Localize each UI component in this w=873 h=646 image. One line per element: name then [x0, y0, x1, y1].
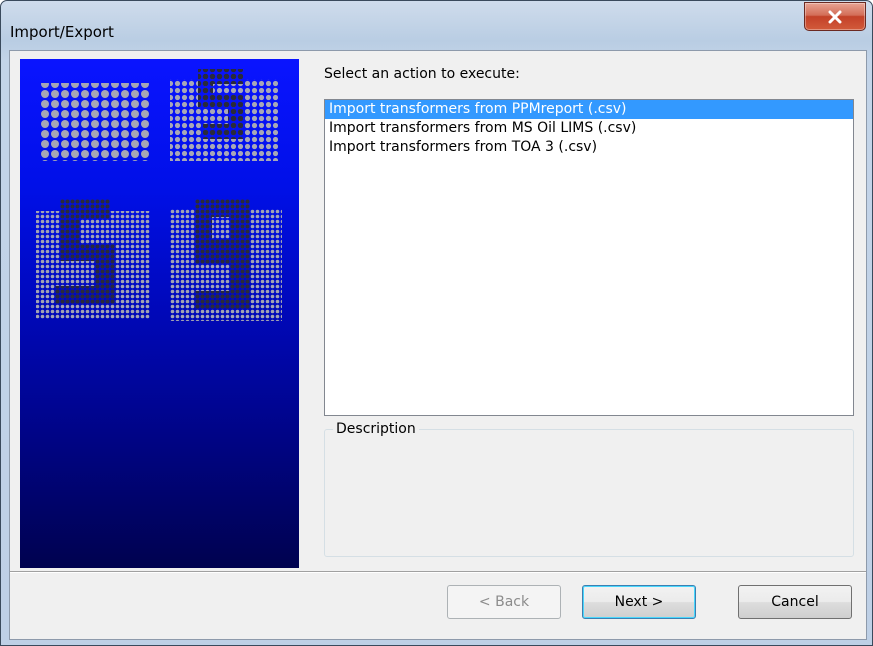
back-button[interactable]: < Back	[447, 585, 561, 619]
dot-matrix-graphic	[36, 69, 282, 321]
cancel-button[interactable]: Cancel	[738, 585, 852, 619]
description-label: Description	[333, 421, 419, 437]
action-prompt-label: Select an action to execute:	[324, 66, 520, 82]
action-item-toa3[interactable]: Import transformers from TOA 3 (.csv)	[325, 138, 853, 157]
action-item-ppmreport[interactable]: Import transformers from PPMreport (.csv…	[325, 100, 853, 119]
description-group: Description	[324, 421, 854, 557]
close-button[interactable]	[804, 2, 866, 31]
action-listbox[interactable]: Import transformers from PPMreport (.csv…	[324, 99, 854, 416]
import-export-dialog: Import/Export Select an action to execut…	[0, 0, 873, 646]
action-item-ms-oil-lims[interactable]: Import transformers from MS Oil LIMS (.c…	[325, 119, 853, 138]
close-icon	[827, 10, 843, 24]
wizard-banner-image	[20, 59, 299, 568]
next-button[interactable]: Next >	[582, 585, 696, 619]
window-title: Import/Export	[10, 23, 114, 41]
dialog-body: Select an action to execute: Import tran…	[9, 50, 867, 640]
footer-separator	[10, 571, 866, 573]
